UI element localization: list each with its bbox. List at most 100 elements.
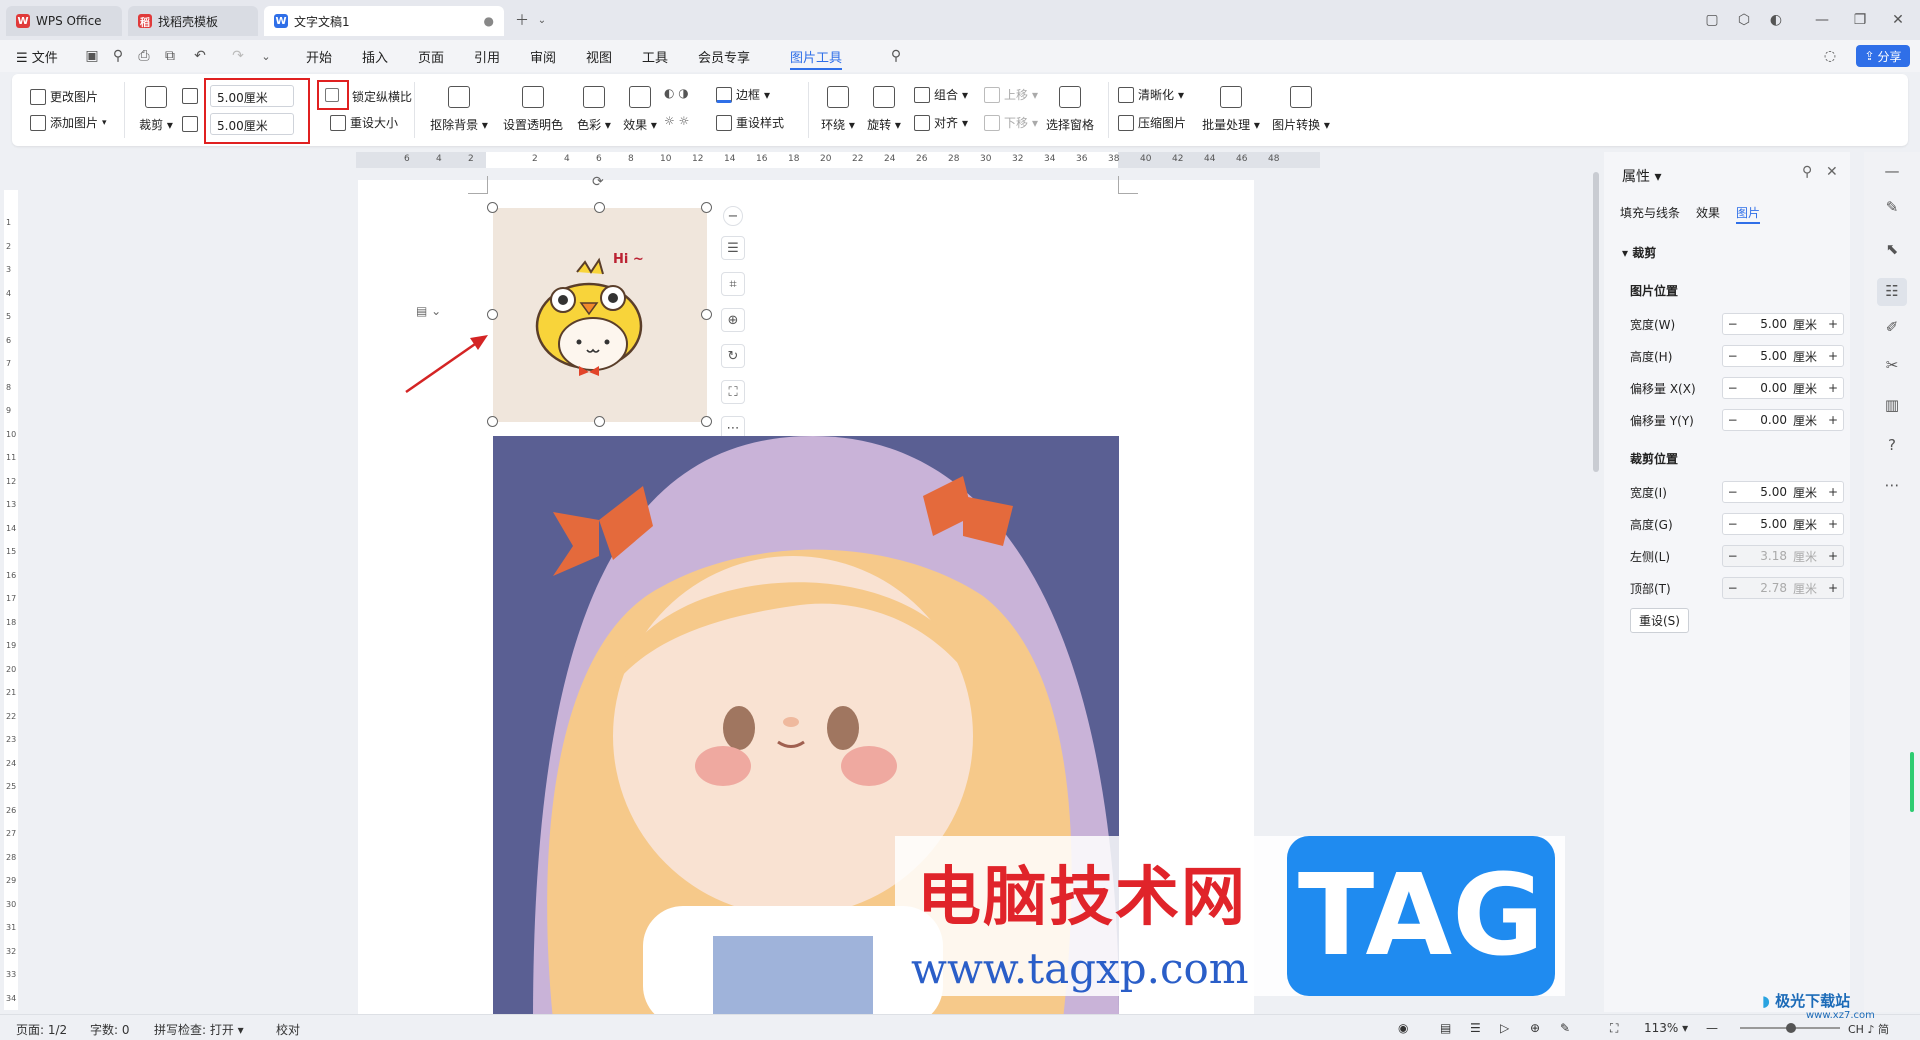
menu-insert[interactable]: 插入 xyxy=(362,47,388,66)
value-stepper[interactable]: − 5.00 厘米 + xyxy=(1721,513,1844,535)
page-count[interactable]: 页面: 1/2 xyxy=(16,1021,67,1038)
spell-check[interactable]: 拼写检查: 打开 ▾ xyxy=(154,1021,244,1038)
align-button[interactable]: 对齐 ▾ xyxy=(914,114,968,131)
remove-background-button[interactable]: 抠除背景 ▾ xyxy=(428,86,490,133)
zoom-in-icon[interactable]: ⊕ xyxy=(721,308,745,332)
add-picture-button[interactable]: 添加图片 ▾ xyxy=(30,114,107,131)
brightness-icons[interactable]: ◐ ◑ xyxy=(664,86,689,100)
lock-ratio-label[interactable]: 锁定纵横比 xyxy=(352,88,412,105)
word-count[interactable]: 字数: 0 xyxy=(90,1021,130,1038)
more-chevron-icon[interactable]: ⌄ xyxy=(256,46,276,66)
menu-start[interactable]: 开始 xyxy=(306,47,332,66)
minus-icon[interactable]: − xyxy=(1723,317,1743,331)
scrollbar-thumb[interactable] xyxy=(1593,172,1599,472)
book-icon[interactable]: ▥ xyxy=(1882,396,1902,416)
border-button[interactable]: 边框 ▾ xyxy=(716,86,770,103)
search-icon[interactable]: ⚲ xyxy=(886,46,906,66)
resize-handle-sw[interactable] xyxy=(487,416,498,427)
send-backward-button[interactable]: 下移 ▾ xyxy=(984,114,1038,131)
close-panel-icon[interactable]: ✕ xyxy=(1826,164,1838,180)
vertical-ruler[interactable]: 1 2 3 4 5 6 7 8 9 10 11 12 13 14 15 16 17 18 19 20 21 22 23 24 2… xyxy=(4,190,18,1010)
minimize-panel-icon[interactable]: — xyxy=(1882,162,1902,182)
group-button[interactable]: 组合 ▾ xyxy=(914,86,968,103)
plus-icon[interactable]: + xyxy=(1823,549,1843,563)
reset-style-button[interactable]: 重设样式 xyxy=(716,114,784,131)
pin-icon[interactable]: ⚲ xyxy=(1802,164,1812,180)
plus-icon[interactable]: + xyxy=(1823,317,1843,331)
convert-button[interactable]: 图片转换 ▾ xyxy=(1270,86,1332,133)
wrap-button[interactable]: 环绕 ▾ xyxy=(818,86,858,133)
print-preview-icon[interactable]: ⧉ xyxy=(160,46,180,66)
value-stepper[interactable]: − 0.00 厘米 + xyxy=(1721,409,1844,431)
float-wrap-icon[interactable]: ☰ xyxy=(721,236,745,260)
tab-list-chevron-icon[interactable]: ⌄ xyxy=(532,10,552,30)
value-stepper[interactable]: − 0.00 厘米 + xyxy=(1721,377,1844,399)
resize-handle-w[interactable] xyxy=(487,309,498,320)
print-icon[interactable]: ⎙ xyxy=(134,46,154,66)
crop-section-header[interactable]: ▾ 裁剪 xyxy=(1622,244,1656,261)
tab-template[interactable]: 稻 找稻壳模板 xyxy=(128,6,258,36)
resize-handle-s[interactable] xyxy=(594,416,605,427)
page-view-icon[interactable]: ▤ xyxy=(1440,1021,1451,1035)
collapse-icon[interactable]: − xyxy=(723,206,743,226)
menu-tools[interactable]: 工具 xyxy=(642,47,668,66)
pen-mode-icon[interactable]: ✎ xyxy=(1560,1021,1570,1035)
minus-icon[interactable]: − xyxy=(1723,381,1743,395)
reset-size-button[interactable]: 重设大小 xyxy=(330,114,398,131)
minus-icon[interactable]: − xyxy=(1723,413,1743,427)
document-scrollbar[interactable] xyxy=(1590,152,1602,1012)
share-button[interactable]: ⇪ 分享 xyxy=(1856,45,1910,67)
panel-tab-picture[interactable]: 图片 xyxy=(1736,204,1760,221)
minimize-icon[interactable]: — xyxy=(1812,10,1832,30)
avatar-icon[interactable]: ◐ xyxy=(1766,10,1786,30)
float-crop-icon[interactable]: ⌗ xyxy=(721,272,745,296)
selected-picture[interactable]: Hi ~ xyxy=(493,208,707,422)
fit-icon[interactable]: ⛶ xyxy=(1610,1021,1618,1036)
find-icon[interactable]: ⚲ xyxy=(108,46,128,66)
menu-view[interactable]: 视图 xyxy=(586,47,612,66)
effect-button[interactable]: 效果 ▾ xyxy=(620,86,660,133)
save-icon[interactable]: ▣ xyxy=(82,46,102,66)
resize-handle-n[interactable] xyxy=(594,202,605,213)
redo-icon[interactable]: ↷ xyxy=(228,46,248,66)
menu-reference[interactable]: 引用 xyxy=(474,47,500,66)
plus-icon[interactable]: + xyxy=(1823,485,1843,499)
batch-button[interactable]: 批量处理 ▾ xyxy=(1200,86,1262,133)
rotate-handle-icon[interactable]: ⟳ xyxy=(592,174,604,190)
sharpen-button[interactable]: 清晰化 ▾ xyxy=(1118,86,1184,103)
panel-title[interactable]: 属性 ▾ xyxy=(1622,166,1661,186)
proofread[interactable]: 校对 xyxy=(276,1021,300,1038)
contrast-icons[interactable]: ☼ ☼ xyxy=(664,114,689,128)
color-button[interactable]: 色彩 ▾ xyxy=(574,86,614,133)
edit-icon[interactable]: ✐ xyxy=(1882,318,1902,338)
selection-pane-button[interactable]: 选择窗格 xyxy=(1042,86,1098,133)
layout-icon[interactable]: ▢ xyxy=(1702,10,1722,30)
compress-button[interactable]: 压缩图片 xyxy=(1118,114,1186,131)
chat-icon[interactable]: ◌ xyxy=(1820,46,1840,66)
zoom-slider[interactable] xyxy=(1740,1023,1840,1033)
tab-wps-office[interactable]: W WPS Office xyxy=(6,6,122,36)
outline-view-icon[interactable]: ☰ xyxy=(1470,1021,1481,1035)
zoom-slider-knob[interactable] xyxy=(1786,1023,1796,1033)
panel-tab-effect[interactable]: 效果 xyxy=(1696,204,1720,221)
cube-icon[interactable]: ⬡ xyxy=(1734,10,1754,30)
minus-icon[interactable]: − xyxy=(1723,581,1743,595)
value-stepper[interactable]: − 3.18 厘米 + xyxy=(1721,545,1844,567)
bring-forward-button[interactable]: 上移 ▾ xyxy=(984,86,1038,103)
menu-member[interactable]: 会员专享 xyxy=(698,47,750,66)
minus-icon[interactable]: − xyxy=(1723,485,1743,499)
set-transparent-button[interactable]: 设置透明色 xyxy=(500,86,566,133)
minus-icon[interactable]: − xyxy=(1723,517,1743,531)
resize-handle-e[interactable] xyxy=(701,309,712,320)
eye-icon[interactable]: ◉ xyxy=(1398,1021,1408,1035)
help-icon[interactable]: ? xyxy=(1882,436,1902,456)
pen-icon[interactable]: ✎ xyxy=(1882,198,1902,218)
file-menu[interactable]: ☰ 文件 xyxy=(16,47,58,66)
panel-tab-fill[interactable]: 填充与线条 xyxy=(1620,204,1680,221)
web-view-icon[interactable]: ⊕ xyxy=(1530,1021,1540,1035)
ime-indicator[interactable]: CH ♪ 简 xyxy=(1848,1021,1889,1037)
zoom-out-icon[interactable]: — xyxy=(1706,1021,1718,1035)
plus-icon[interactable]: + xyxy=(1823,381,1843,395)
plus-icon[interactable]: + xyxy=(1823,517,1843,531)
layout-options-icon[interactable]: ▤ ⌄ xyxy=(416,304,441,318)
